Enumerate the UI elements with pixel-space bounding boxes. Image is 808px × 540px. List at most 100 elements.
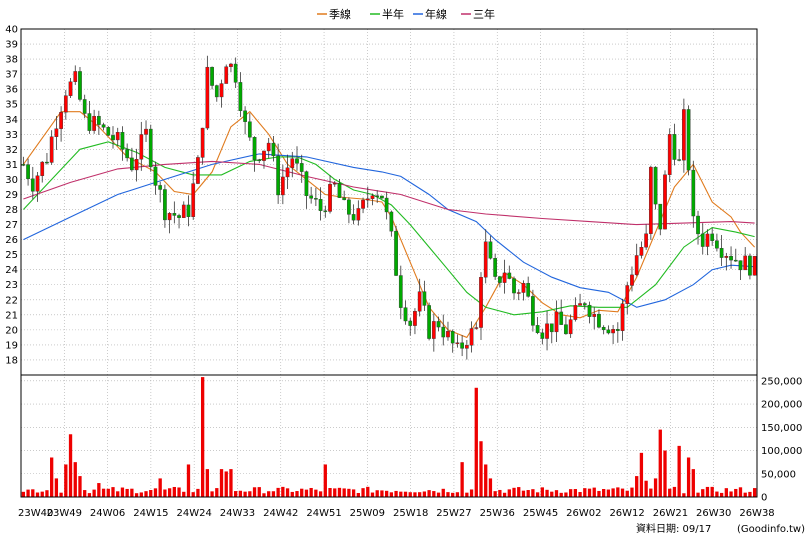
- candle-body: [620, 303, 625, 331]
- volume-bar: [130, 488, 134, 497]
- volume-bar: [267, 491, 271, 497]
- candle-body: [625, 285, 630, 304]
- volume-bar: [285, 488, 290, 497]
- volume-bar: [554, 490, 559, 497]
- candle-body: [73, 71, 78, 82]
- candle-body: [276, 155, 280, 196]
- volume-bar: [351, 489, 356, 497]
- volume-bar: [342, 488, 346, 497]
- time-tick-label: 25W27: [436, 508, 471, 519]
- price-tick-label: 30: [5, 175, 18, 186]
- volume-bar: [719, 492, 724, 497]
- candle-body: [318, 199, 323, 211]
- volume-bar: [97, 483, 101, 497]
- candle-body: [262, 150, 266, 161]
- candle-body: [257, 159, 262, 162]
- volume-bar: [177, 487, 181, 497]
- volume-bar: [460, 462, 464, 497]
- candle-body: [229, 63, 233, 67]
- time-tick-label: 25W45: [523, 508, 558, 519]
- volume-bar: [748, 491, 752, 497]
- time-tick-label: 26W02: [566, 508, 601, 519]
- candle-body: [413, 311, 417, 326]
- volume-bar: [153, 488, 158, 497]
- volume-bar: [743, 492, 747, 497]
- volume-bar: [521, 490, 526, 497]
- candle-body: [148, 128, 153, 168]
- volume-bar: [479, 441, 483, 497]
- candle-body: [290, 158, 295, 168]
- volume-bar: [120, 487, 125, 497]
- candle-body: [285, 167, 290, 178]
- volume-bar: [375, 490, 379, 497]
- price-tick-label: 24: [5, 265, 18, 276]
- price-tick-label: 21: [5, 310, 18, 321]
- candle-body: [40, 161, 45, 176]
- candle-body: [342, 197, 347, 201]
- candle-body: [49, 136, 54, 163]
- volume-bar: [125, 488, 129, 497]
- candle-body: [96, 115, 101, 125]
- candle-body: [634, 255, 639, 276]
- candle-body: [568, 319, 573, 335]
- candle-body: [672, 134, 677, 160]
- candle-body: [564, 324, 568, 335]
- volume-bar: [696, 492, 700, 497]
- volume-bar: [441, 488, 445, 497]
- candle-body: [224, 66, 229, 84]
- volume-bar: [318, 491, 323, 497]
- volume-bar: [451, 492, 455, 497]
- volume-bar: [488, 478, 493, 497]
- moving-average-lines: [22, 110, 756, 339]
- candle-body: [219, 83, 224, 98]
- candle-body: [512, 278, 516, 294]
- candle-body: [337, 183, 342, 198]
- candle-body: [214, 85, 219, 98]
- candle-body: [30, 178, 35, 192]
- volume-bar: [408, 492, 412, 497]
- price-tick-label: 33: [5, 130, 18, 141]
- candle-body: [78, 71, 82, 100]
- candle-body: [134, 158, 139, 171]
- candle-body: [120, 132, 125, 150]
- candle-body: [719, 248, 724, 258]
- volume-bar: [734, 488, 738, 497]
- candle-body: [247, 121, 252, 138]
- volume-bar: [465, 492, 469, 497]
- volume-bar: [295, 491, 299, 497]
- candle-body: [705, 233, 710, 247]
- volume-bar: [196, 488, 200, 497]
- volume-bar: [474, 387, 478, 497]
- volume-bar: [677, 445, 681, 497]
- legend-label-1: 半年: [382, 7, 404, 21]
- volume-bar: [111, 487, 115, 497]
- candle-body: [54, 128, 59, 137]
- price-tick-label: 29: [5, 190, 18, 201]
- candle-body: [384, 197, 389, 213]
- volume-bar: [158, 478, 162, 497]
- candle-body: [554, 311, 559, 333]
- candle-body: [266, 142, 271, 152]
- candle-body: [130, 157, 134, 171]
- candle-body: [729, 255, 733, 261]
- candle-body: [493, 258, 498, 277]
- volume-bar: [592, 487, 596, 497]
- candle-body: [743, 255, 748, 271]
- candle-body: [380, 195, 384, 199]
- candle-body: [615, 329, 620, 331]
- candle-body: [469, 328, 474, 346]
- candle-body: [597, 313, 601, 328]
- volume-bar: [361, 488, 365, 497]
- volume-bar: [540, 487, 544, 497]
- price-tick-label: 25: [5, 250, 18, 261]
- candle-body: [365, 198, 370, 201]
- volume-bar: [78, 476, 82, 497]
- candle-body: [696, 215, 700, 235]
- candle-body: [540, 332, 545, 339]
- volume-bar: [182, 491, 186, 497]
- ma-line-three: [23, 160, 755, 226]
- volume-bar: [370, 492, 375, 497]
- price-tick-label: 40: [5, 25, 18, 36]
- volume-bar: [40, 491, 44, 497]
- chart-legend: 季線 半年 年線 三年: [317, 7, 495, 21]
